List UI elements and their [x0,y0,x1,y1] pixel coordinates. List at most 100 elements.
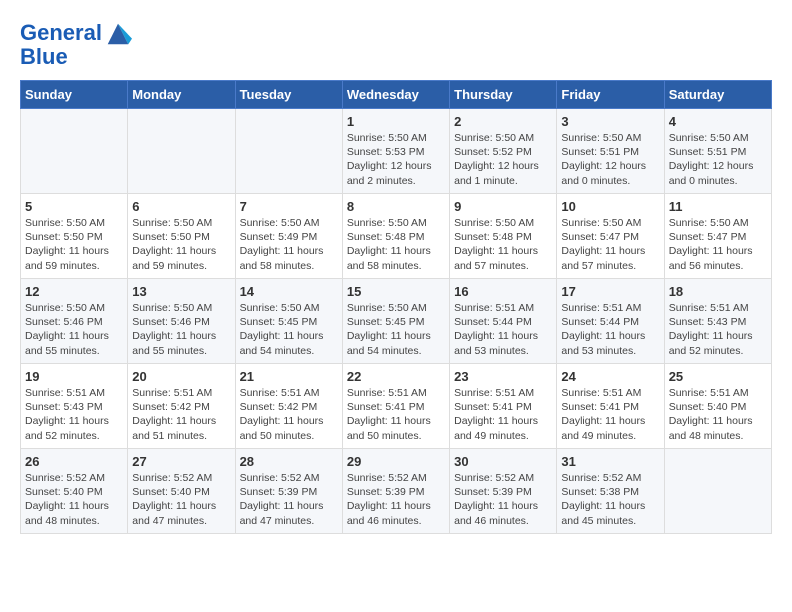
cell-content: Sunrise: 5:50 AM Sunset: 5:53 PM Dayligh… [347,131,445,188]
day-number: 28 [240,454,338,469]
week-row-4: 19 Sunrise: 5:51 AM Sunset: 5:43 PM Dayli… [21,364,772,449]
cell-content: Sunrise: 5:51 AM Sunset: 5:44 PM Dayligh… [561,301,659,358]
day-number: 22 [347,369,445,384]
cell-content: Sunrise: 5:50 AM Sunset: 5:51 PM Dayligh… [669,131,767,188]
calendar-cell: 24 Sunrise: 5:51 AM Sunset: 5:41 PM Dayli… [557,364,664,449]
day-number: 29 [347,454,445,469]
day-number: 11 [669,199,767,214]
calendar-cell: 18 Sunrise: 5:51 AM Sunset: 5:43 PM Dayli… [664,279,771,364]
calendar-cell: 19 Sunrise: 5:51 AM Sunset: 5:43 PM Dayli… [21,364,128,449]
day-number: 3 [561,114,659,129]
day-number: 13 [132,284,230,299]
day-number: 5 [25,199,123,214]
header-day-friday: Friday [557,81,664,109]
calendar-cell: 2 Sunrise: 5:50 AM Sunset: 5:52 PM Daylig… [450,109,557,194]
calendar-cell: 6Sunrise: 5:50 AM Sunset: 5:50 PM Daylig… [128,194,235,279]
cell-content: Sunrise: 5:52 AM Sunset: 5:40 PM Dayligh… [25,471,123,528]
calendar-cell: 3 Sunrise: 5:50 AM Sunset: 5:51 PM Daylig… [557,109,664,194]
week-row-1: 1Sunrise: 5:50 AM Sunset: 5:53 PM Daylig… [21,109,772,194]
calendar-cell: 11 Sunrise: 5:50 AM Sunset: 5:47 PM Dayli… [664,194,771,279]
day-number: 18 [669,284,767,299]
calendar-cell: 9 Sunrise: 5:50 AM Sunset: 5:48 PM Daylig… [450,194,557,279]
cell-content: Sunrise: 5:50 AM Sunset: 5:49 PM Dayligh… [240,216,338,273]
cell-content: Sunrise: 5:52 AM Sunset: 5:39 PM Dayligh… [454,471,552,528]
day-number: 10 [561,199,659,214]
calendar-cell [21,109,128,194]
day-number: 16 [454,284,552,299]
calendar-cell [128,109,235,194]
cell-content: Sunrise: 5:51 AM Sunset: 5:41 PM Dayligh… [561,386,659,443]
cell-content: Sunrise: 5:50 AM Sunset: 5:48 PM Dayligh… [454,216,552,273]
day-number: 20 [132,369,230,384]
calendar-cell: 27 Sunrise: 5:52 AM Sunset: 5:40 PM Dayli… [128,449,235,534]
cell-content: Sunrise: 5:50 AM Sunset: 5:47 PM Dayligh… [669,216,767,273]
day-number: 21 [240,369,338,384]
header-row: SundayMondayTuesdayWednesdayThursdayFrid… [21,81,772,109]
calendar-cell: 7 Sunrise: 5:50 AM Sunset: 5:49 PM Daylig… [235,194,342,279]
cell-content: Sunrise: 5:52 AM Sunset: 5:40 PM Dayligh… [132,471,230,528]
day-number: 9 [454,199,552,214]
calendar-cell: 29 Sunrise: 5:52 AM Sunset: 5:39 PM Dayli… [342,449,449,534]
day-number: 24 [561,369,659,384]
header-day-wednesday: Wednesday [342,81,449,109]
day-number: 26 [25,454,123,469]
cell-content: Sunrise: 5:51 AM Sunset: 5:43 PM Dayligh… [669,301,767,358]
day-number: 30 [454,454,552,469]
cell-content: Sunrise: 5:50 AM Sunset: 5:51 PM Dayligh… [561,131,659,188]
day-number: 23 [454,369,552,384]
calendar-cell: 22 Sunrise: 5:51 AM Sunset: 5:41 PM Dayli… [342,364,449,449]
day-number: 8 [347,199,445,214]
calendar-cell: 13 Sunrise: 5:50 AM Sunset: 5:46 PM Dayli… [128,279,235,364]
calendar-cell: 16 Sunrise: 5:51 AM Sunset: 5:44 PM Dayli… [450,279,557,364]
cell-content: Sunrise: 5:50 AM Sunset: 5:47 PM Dayligh… [561,216,659,273]
week-row-3: 12 Sunrise: 5:50 AM Sunset: 5:46 PM Dayli… [21,279,772,364]
cell-content: Sunrise: 5:52 AM Sunset: 5:38 PM Dayligh… [561,471,659,528]
calendar-cell: 26 Sunrise: 5:52 AM Sunset: 5:40 PM Dayli… [21,449,128,534]
cell-content: Sunrise: 5:51 AM Sunset: 5:40 PM Dayligh… [669,386,767,443]
cell-content: Sunrise: 5:50 AM Sunset: 5:45 PM Dayligh… [240,301,338,358]
day-number: 2 [454,114,552,129]
day-number: 6 [132,199,230,214]
cell-content: Sunrise: 5:51 AM Sunset: 5:41 PM Dayligh… [347,386,445,443]
day-number: 25 [669,369,767,384]
calendar-cell: 20 Sunrise: 5:51 AM Sunset: 5:42 PM Dayli… [128,364,235,449]
day-number: 7 [240,199,338,214]
day-number: 19 [25,369,123,384]
header-day-monday: Monday [128,81,235,109]
calendar-cell: 14Sunrise: 5:50 AM Sunset: 5:45 PM Dayli… [235,279,342,364]
calendar-cell: 17 Sunrise: 5:51 AM Sunset: 5:44 PM Dayli… [557,279,664,364]
calendar-cell: 21 Sunrise: 5:51 AM Sunset: 5:42 PM Dayli… [235,364,342,449]
calendar-cell: 15Sunrise: 5:50 AM Sunset: 5:45 PM Dayli… [342,279,449,364]
cell-content: Sunrise: 5:51 AM Sunset: 5:42 PM Dayligh… [132,386,230,443]
day-number: 27 [132,454,230,469]
header-day-saturday: Saturday [664,81,771,109]
cell-content: Sunrise: 5:50 AM Sunset: 5:48 PM Dayligh… [347,216,445,273]
calendar-cell: 25 Sunrise: 5:51 AM Sunset: 5:40 PM Dayli… [664,364,771,449]
page-header: General Blue [20,20,772,70]
day-number: 17 [561,284,659,299]
day-number: 12 [25,284,123,299]
header-day-thursday: Thursday [450,81,557,109]
cell-content: Sunrise: 5:51 AM Sunset: 5:43 PM Dayligh… [25,386,123,443]
cell-content: Sunrise: 5:52 AM Sunset: 5:39 PM Dayligh… [347,471,445,528]
calendar-cell: 4 Sunrise: 5:50 AM Sunset: 5:51 PM Daylig… [664,109,771,194]
cell-content: Sunrise: 5:50 AM Sunset: 5:50 PM Dayligh… [25,216,123,273]
cell-content: Sunrise: 5:50 AM Sunset: 5:46 PM Dayligh… [132,301,230,358]
calendar-cell [235,109,342,194]
cell-content: Sunrise: 5:50 AM Sunset: 5:52 PM Dayligh… [454,131,552,188]
week-row-5: 26 Sunrise: 5:52 AM Sunset: 5:40 PM Dayli… [21,449,772,534]
logo: General Blue [20,20,134,70]
calendar-cell: 31 Sunrise: 5:52 AM Sunset: 5:38 PM Dayli… [557,449,664,534]
day-number: 31 [561,454,659,469]
calendar-cell: 28Sunrise: 5:52 AM Sunset: 5:39 PM Dayli… [235,449,342,534]
calendar-cell: 30 Sunrise: 5:52 AM Sunset: 5:39 PM Dayli… [450,449,557,534]
calendar-cell: 10 Sunrise: 5:50 AM Sunset: 5:47 PM Dayli… [557,194,664,279]
day-number: 4 [669,114,767,129]
cell-content: Sunrise: 5:51 AM Sunset: 5:42 PM Dayligh… [240,386,338,443]
cell-content: Sunrise: 5:50 AM Sunset: 5:46 PM Dayligh… [25,301,123,358]
calendar-cell [664,449,771,534]
calendar-cell: 1Sunrise: 5:50 AM Sunset: 5:53 PM Daylig… [342,109,449,194]
cell-content: Sunrise: 5:51 AM Sunset: 5:44 PM Dayligh… [454,301,552,358]
calendar-cell: 5 Sunrise: 5:50 AM Sunset: 5:50 PM Daylig… [21,194,128,279]
calendar-cell: 23Sunrise: 5:51 AM Sunset: 5:41 PM Dayli… [450,364,557,449]
